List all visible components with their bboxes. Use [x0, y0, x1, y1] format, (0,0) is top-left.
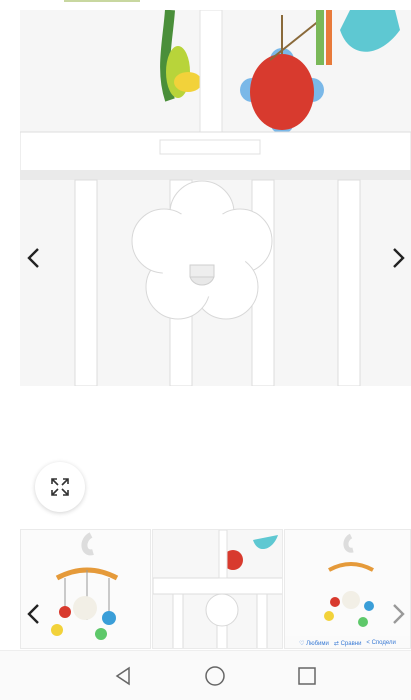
zoom-button[interactable] — [35, 462, 85, 512]
share-action[interactable]: < Сподели — [366, 640, 395, 646]
gallery-next-button[interactable] — [386, 238, 411, 278]
triangle-back-icon — [115, 666, 130, 686]
chevron-left-icon — [27, 604, 39, 624]
favorite-action[interactable]: ♡ Любими — [299, 640, 329, 647]
chevron-right-icon — [393, 248, 405, 268]
compare-action[interactable]: ⇄ Сравни — [334, 640, 362, 647]
chevron-left-icon — [27, 248, 39, 268]
thumbnail-strip: ♡ Любими ⇄ Сравни < Сподели — [20, 529, 411, 649]
thumbnail-action-bar: ♡ Любими ⇄ Сравни < Сподели — [285, 637, 410, 648]
share-label: Сподели — [371, 640, 396, 646]
compare-label: Сравни — [340, 640, 362, 647]
home-button[interactable] — [203, 664, 227, 688]
thumbnail-2[interactable] — [152, 529, 283, 649]
gallery-prev-button[interactable] — [20, 238, 46, 278]
recents-button[interactable] — [295, 664, 319, 688]
circle-home-icon — [205, 666, 225, 686]
favorite-label: Любими — [306, 640, 329, 647]
square-recents-icon — [298, 667, 316, 685]
thumbnail-next-button[interactable] — [386, 594, 411, 634]
main-product-image[interactable] — [20, 10, 411, 386]
top-accent-line — [64, 0, 140, 2]
system-navigation-bar — [0, 650, 411, 700]
chevron-right-icon — [393, 604, 405, 624]
back-button[interactable] — [111, 664, 135, 688]
expand-icon — [51, 478, 69, 496]
thumbnail-prev-button[interactable] — [20, 594, 46, 634]
